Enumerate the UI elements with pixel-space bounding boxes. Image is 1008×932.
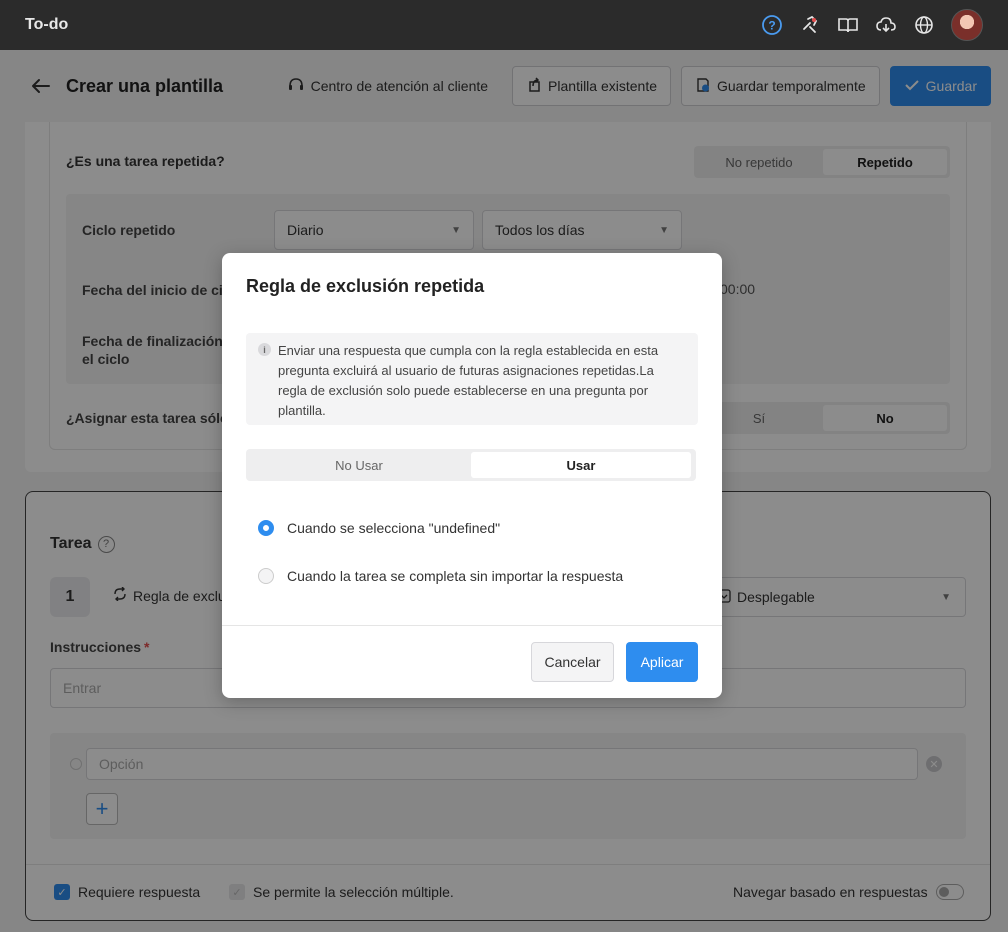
modal-divider — [222, 625, 722, 626]
info-text: Enviar una respuesta que cumpla con la r… — [278, 343, 659, 418]
cancel-button[interactable]: Cancelar — [531, 642, 614, 682]
exclusion-rule-modal: Regla de exclusión repetida i Enviar una… — [222, 253, 722, 698]
info-icon: i — [258, 343, 271, 356]
tools-icon[interactable] — [799, 14, 821, 36]
modal-title: Regla de exclusión repetida — [246, 276, 485, 296]
info-box: i Enviar una respuesta que cumpla con la… — [246, 333, 698, 425]
use-rule-toggle[interactable]: No Usar Usar — [246, 449, 696, 481]
option-no-use[interactable]: No Usar — [249, 452, 469, 478]
radio-option-complete[interactable]: Cuando la tarea se completa sin importar… — [258, 568, 623, 584]
radio-unselected-icon[interactable] — [258, 568, 274, 584]
radio-option-selected[interactable]: Cuando se selecciona "undefined" — [258, 520, 500, 536]
radio-option-1-label: Cuando se selecciona "undefined" — [287, 520, 501, 536]
globe-icon[interactable] — [913, 14, 935, 36]
radio-selected-icon[interactable] — [258, 520, 274, 536]
avatar[interactable] — [951, 9, 983, 41]
app-bar: To-do ? — [0, 0, 1008, 50]
apply-button[interactable]: Aplicar — [626, 642, 698, 682]
cloud-download-icon[interactable] — [875, 14, 897, 36]
svg-text:?: ? — [768, 19, 775, 33]
option-use[interactable]: Usar — [471, 452, 691, 478]
app-title: To-do — [25, 16, 69, 33]
radio-option-2-label: Cuando la tarea se completa sin importar… — [287, 568, 624, 584]
book-icon[interactable] — [837, 14, 859, 36]
help-icon[interactable]: ? — [761, 14, 783, 36]
appbar-icons: ? — [761, 9, 983, 41]
